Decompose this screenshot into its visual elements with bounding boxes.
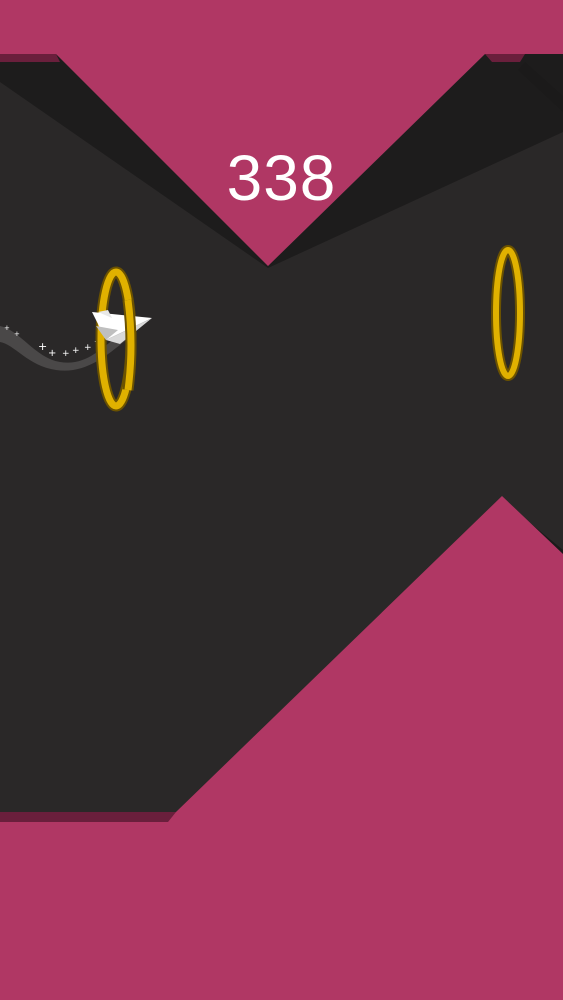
sparkle: +	[38, 340, 47, 353]
sparkle: +	[62, 349, 70, 359]
bottom-wall-edge	[0, 812, 176, 822]
sparkle: +	[14, 330, 20, 338]
sparkle: +	[4, 324, 10, 332]
score-counter: 338	[226, 142, 337, 214]
top-wall-edge-left	[0, 54, 60, 62]
sparkle: +	[72, 346, 80, 356]
gold-ring-front-fill	[124, 299, 135, 391]
sparkle: +	[84, 343, 92, 353]
game-screen[interactable]: + + + + + + + + 338	[0, 0, 563, 1000]
sparkle: +	[48, 348, 56, 359]
top-wall-edge-right	[485, 54, 525, 62]
